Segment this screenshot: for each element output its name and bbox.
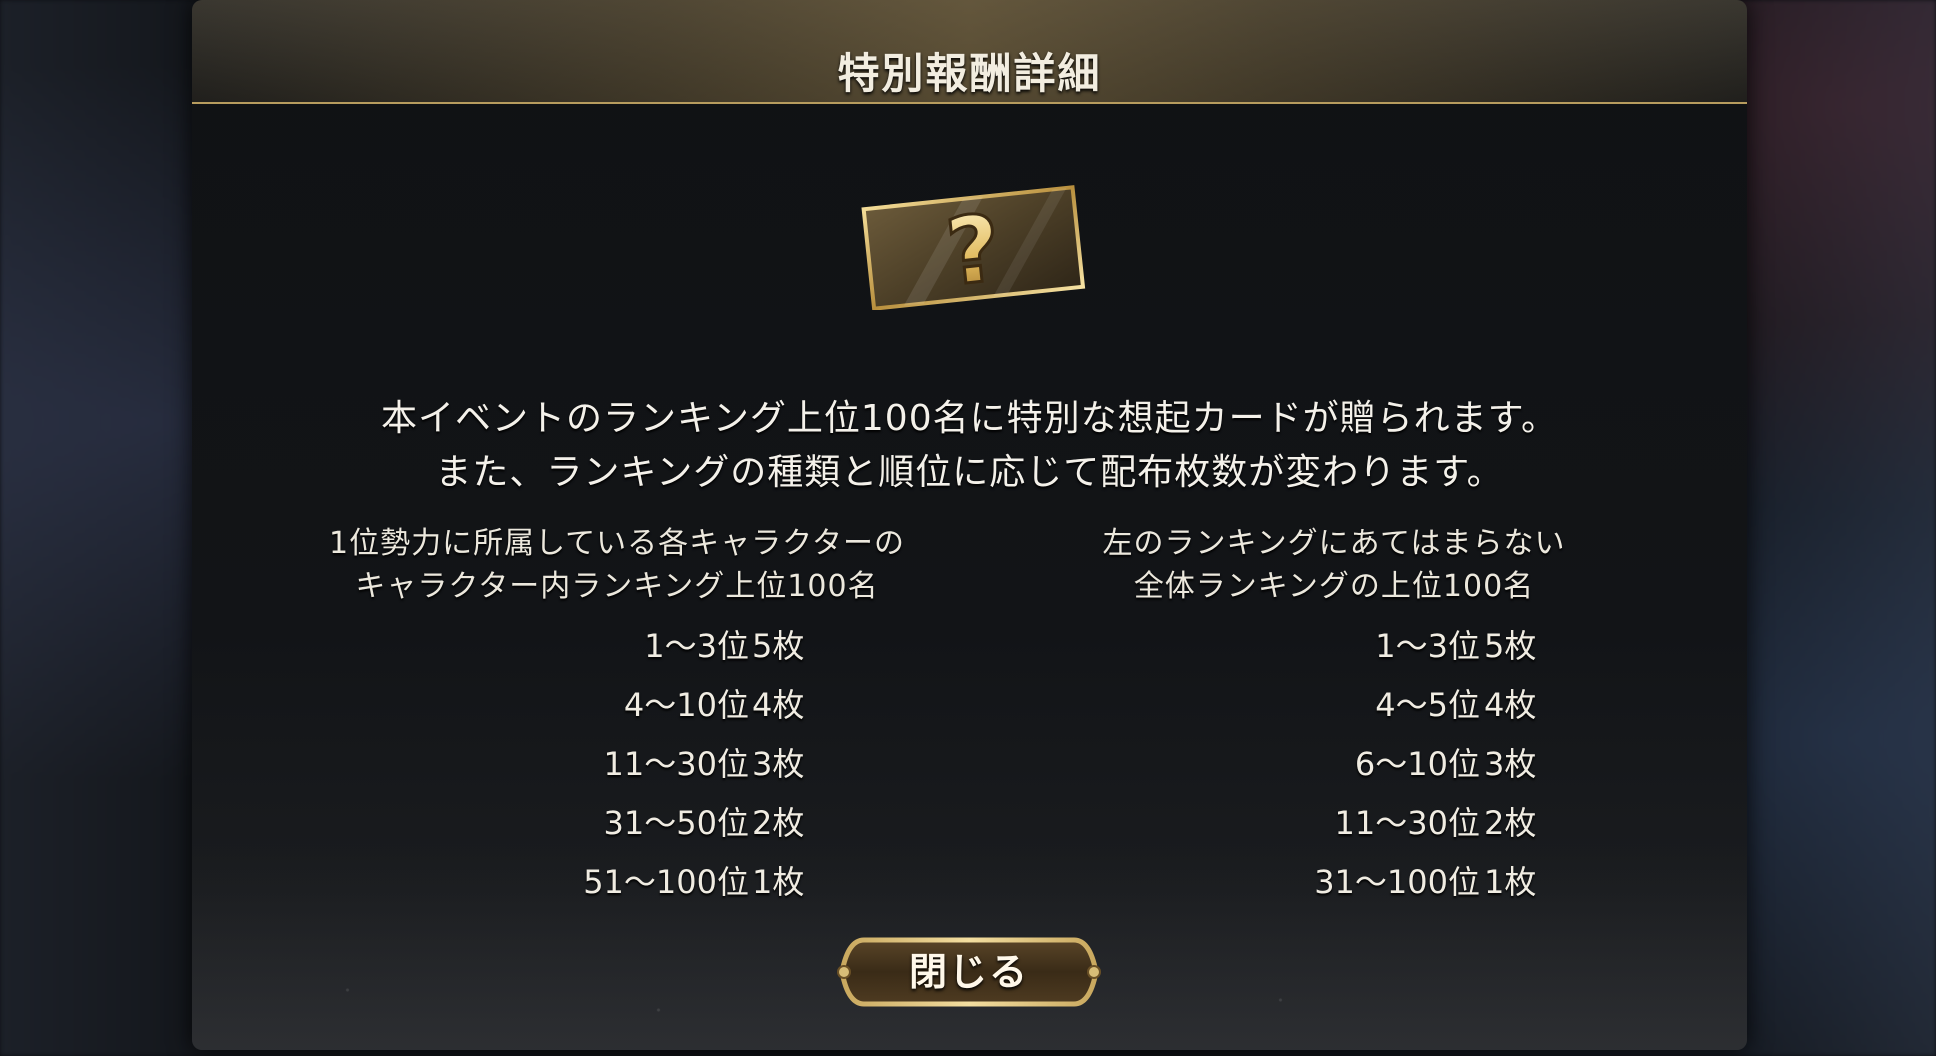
description-line-1: 本イベントのランキング上位100名に特別な想起カードが贈られます。 xyxy=(380,398,1559,439)
left-header-line-1: 1位勢力に所属している各キャラクターの xyxy=(329,526,905,561)
right-header-line-1: 左のランキングにあてはまらない xyxy=(1102,526,1566,561)
rank-count: 1枚 xyxy=(1484,863,1537,901)
rank-count: 4枚 xyxy=(1484,686,1537,724)
reward-detail-dialog: 特別報酬詳細 ? 本イベントのランキング上位100名に特別な想起カードが贈られま… xyxy=(192,0,1747,1050)
rank-range: 11～30位 xyxy=(1334,804,1480,842)
rank-range: 31～100位 xyxy=(1314,863,1480,901)
svg-text:?: ? xyxy=(941,194,1005,306)
table-row: 31～100位 1枚 xyxy=(192,858,1747,906)
mystery-card-icon: ? xyxy=(861,185,1086,310)
table-row: 4～5位 4枚 xyxy=(192,681,1747,729)
close-button-label: 閉じる xyxy=(908,950,1029,994)
table-row: 6～10位 3枚 xyxy=(192,740,1747,788)
right-ranking-header: 左のランキングにあてはまらない 全体ランキングの上位100名 xyxy=(1004,522,1664,608)
rank-range: 6～10位 xyxy=(1354,745,1480,783)
rank-count: 3枚 xyxy=(1484,745,1537,783)
reward-description: 本イベントのランキング上位100名に特別な想起カードが贈られます。 また、ランキ… xyxy=(192,392,1747,500)
table-row: 11～30位 2枚 xyxy=(192,799,1747,847)
rank-count: 2枚 xyxy=(1484,804,1537,842)
rank-range: 4～5位 xyxy=(1375,686,1480,724)
left-header-line-2: キャラクター内ランキング上位100名 xyxy=(355,569,879,604)
table-row: 1～3位 5枚 xyxy=(192,622,1747,670)
left-ranking-header: 1位勢力に所属している各キャラクターの キャラクター内ランキング上位100名 xyxy=(287,522,947,608)
rank-range: 1～3位 xyxy=(1375,627,1480,665)
close-button[interactable]: 閉じる xyxy=(834,934,1104,1010)
right-header-line-2: 全体ランキングの上位100名 xyxy=(1133,569,1535,604)
dialog-title: 特別報酬詳細 xyxy=(837,49,1102,98)
rank-count: 5枚 xyxy=(1484,627,1537,665)
description-line-2: また、ランキングの種類と順位に応じて配布枚数が変わります。 xyxy=(435,452,1504,493)
